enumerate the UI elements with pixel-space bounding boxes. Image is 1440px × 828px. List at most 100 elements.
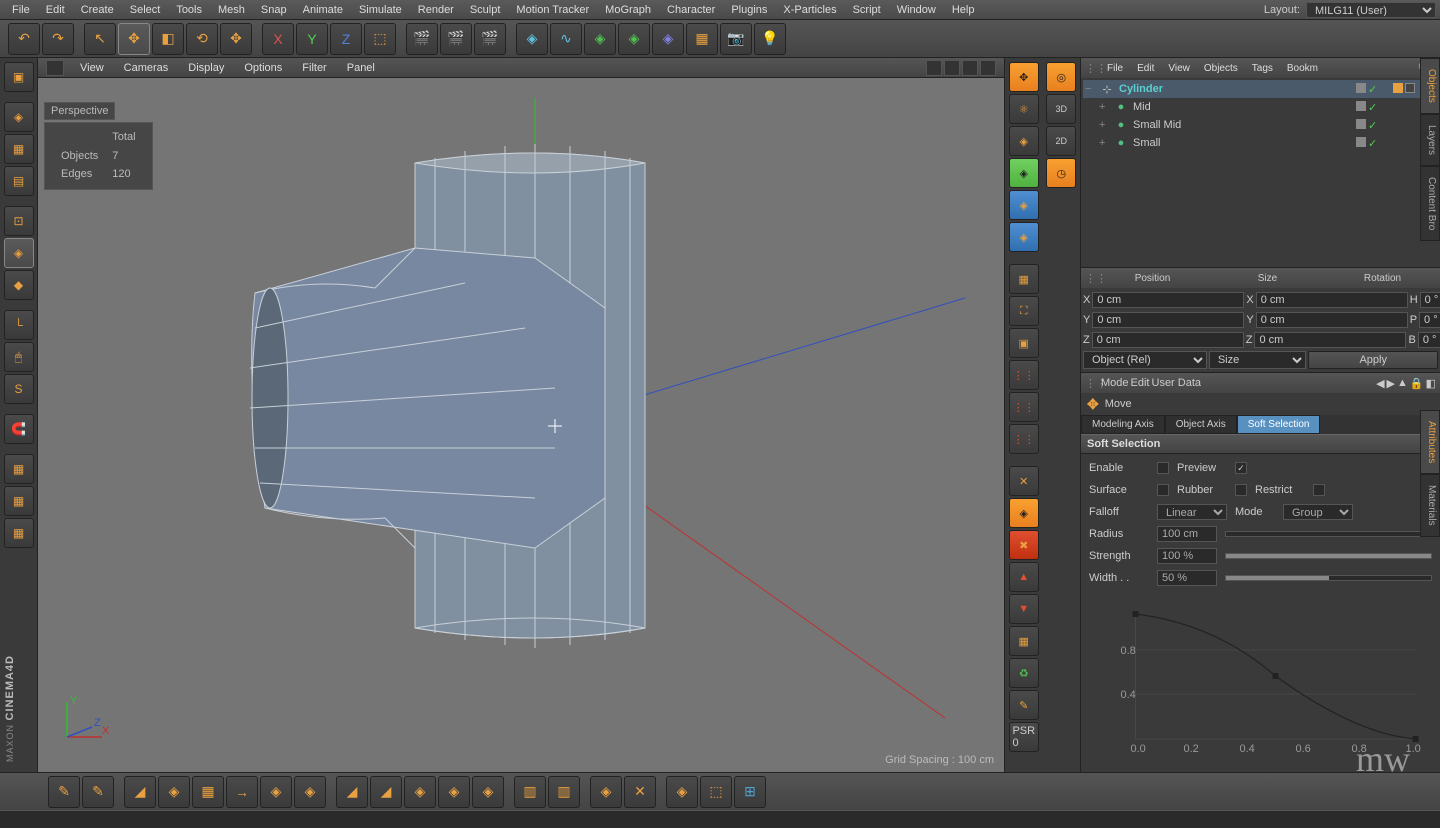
rt-3d-button[interactable]: 3D <box>1046 94 1076 124</box>
rt-cube-icon[interactable]: ◈ <box>1009 190 1039 220</box>
camera-icon[interactable]: ▦ <box>686 23 718 55</box>
undo-button[interactable]: ↶ <box>8 23 40 55</box>
expand-icon[interactable]: − <box>1085 83 1097 95</box>
enable-checkbox[interactable] <box>1157 462 1169 474</box>
mode-select[interactable]: Group <box>1283 504 1353 520</box>
menu-select[interactable]: Select <box>122 2 169 18</box>
radius-slider[interactable] <box>1225 531 1432 537</box>
generator[interactable]: ◈ <box>584 23 616 55</box>
object-manager-grip-icon[interactable]: ⋮⋮ <box>1085 62 1099 75</box>
size-z-input[interactable] <box>1254 332 1406 348</box>
vis-tag[interactable] <box>1356 83 1366 93</box>
vm-options[interactable]: Options <box>236 60 290 76</box>
bulb-icon[interactable]: 💡 <box>754 23 786 55</box>
apply-button[interactable]: Apply <box>1308 351 1438 369</box>
rt-2d-button[interactable]: 2D <box>1046 126 1076 156</box>
points-mode[interactable]: ⊡ <box>4 206 34 236</box>
attr-up-icon[interactable]: ▲ <box>1397 377 1408 390</box>
rt-target-icon[interactable]: ◎ <box>1046 62 1076 92</box>
menu-sculpt[interactable]: Sculpt <box>462 2 509 18</box>
vm-filter[interactable]: Filter <box>294 60 334 76</box>
attr-back-icon[interactable]: ◀ <box>1376 377 1384 390</box>
axis-y-lock[interactable]: Y <box>296 23 328 55</box>
bt-10[interactable]: ◢ <box>370 776 402 808</box>
width-input[interactable] <box>1157 570 1217 586</box>
polygons-mode[interactable]: ◆ <box>4 270 34 300</box>
bt-17[interactable]: ✕ <box>624 776 656 808</box>
menu-animate[interactable]: Animate <box>295 2 351 18</box>
vm-cameras[interactable]: Cameras <box>116 60 177 76</box>
rt-psr-button[interactable]: PSR0 <box>1009 722 1039 752</box>
rt-gen-icon[interactable]: ◈ <box>1009 158 1039 188</box>
menu-edit[interactable]: Edit <box>38 2 73 18</box>
tree-item-mid[interactable]: + ● Mid ✓ <box>1083 98 1438 116</box>
strength-input[interactable] <box>1157 548 1217 564</box>
layout-select[interactable]: MILG11 (User) <box>1306 2 1436 18</box>
coord-system[interactable]: ⬚ <box>364 23 396 55</box>
rot-h-input[interactable] <box>1420 292 1440 308</box>
attr-new-icon[interactable]: ◧ <box>1426 377 1436 390</box>
size-mode-select[interactable]: Size <box>1209 351 1307 369</box>
vm-view[interactable]: View <box>72 60 112 76</box>
om-tags[interactable]: Tags <box>1246 61 1279 76</box>
menu-plugins[interactable]: Plugins <box>723 2 775 18</box>
restrict-checkbox[interactable] <box>1313 484 1325 496</box>
render-region[interactable]: 🎬 <box>440 23 472 55</box>
menu-mograph[interactable]: MoGraph <box>597 2 659 18</box>
bt-19[interactable]: ⬚ <box>700 776 732 808</box>
viewport-3d[interactable]: Perspective Total Objects7 Edges120 <box>38 78 1004 772</box>
check-tag[interactable]: ✓ <box>1368 119 1377 132</box>
bt-8[interactable]: ◈ <box>294 776 326 808</box>
make-editable[interactable]: ▣ <box>4 62 34 92</box>
bt-18[interactable]: ◈ <box>666 776 698 808</box>
rt-recycle-icon[interactable]: ♻ <box>1009 658 1039 688</box>
rt-dots2-icon[interactable]: ⋮⋮ <box>1009 392 1039 422</box>
check-tag[interactable]: ✓ <box>1368 101 1377 114</box>
pos-y-input[interactable] <box>1092 312 1244 328</box>
bt-5[interactable]: ▦ <box>192 776 224 808</box>
bt-3[interactable]: ◢ <box>124 776 156 808</box>
rt-tri-up-icon[interactable]: ▲ <box>1009 562 1039 592</box>
om-file[interactable]: File <box>1101 61 1129 76</box>
viewport-icon-1[interactable] <box>926 60 942 76</box>
vm-display[interactable]: Display <box>180 60 232 76</box>
render-view[interactable]: 🎬 <box>406 23 438 55</box>
viewport-icon-4[interactable] <box>980 60 996 76</box>
bt-20[interactable]: ⊞ <box>734 776 766 808</box>
menu-mesh[interactable]: Mesh <box>210 2 253 18</box>
menu-script[interactable]: Script <box>845 2 889 18</box>
object-tree[interactable]: − ⊹ Cylinder ✓ + ● Mid ✓ + ● Small Mid ✓ <box>1081 78 1440 267</box>
rt-red-x-icon[interactable]: ✖ <box>1009 530 1039 560</box>
coords-grip-icon[interactable]: ⋮⋮ <box>1081 272 1095 285</box>
rot-b-input[interactable] <box>1418 332 1440 348</box>
bt-15[interactable]: ▥ <box>548 776 580 808</box>
model-mode[interactable]: ◈ <box>4 102 34 132</box>
tab-object-axis[interactable]: Object Axis <box>1165 415 1237 434</box>
menu-snap[interactable]: Snap <box>253 2 295 18</box>
coord-mode-select[interactable]: Object (Rel) <box>1083 351 1207 369</box>
edges-mode[interactable]: ◈ <box>4 238 34 268</box>
check-tag[interactable]: ✓ <box>1368 83 1377 96</box>
menu-motion-tracker[interactable]: Motion Tracker <box>508 2 597 18</box>
attr-grip-icon[interactable]: ⋮⋮ <box>1085 377 1099 390</box>
menu-window[interactable]: Window <box>889 2 944 18</box>
radius-input[interactable] <box>1157 526 1217 542</box>
workplane-align[interactable]: ▦ <box>4 486 34 516</box>
rotate-tool[interactable]: ⟲ <box>186 23 218 55</box>
expand-icon[interactable]: + <box>1099 119 1111 131</box>
select-tool[interactable]: ↖ <box>84 23 116 55</box>
render-settings[interactable]: 🎬 <box>474 23 506 55</box>
sel-tag[interactable] <box>1405 83 1415 93</box>
rt-grid-icon[interactable]: ▦ <box>1009 264 1039 294</box>
rt-atom-icon[interactable]: ⚛ <box>1009 94 1039 124</box>
axis-gizmo[interactable]: Y X Z <box>52 692 112 752</box>
tab-materials[interactable]: Materials <box>1420 474 1440 537</box>
tab-layers[interactable]: Layers <box>1420 114 1440 166</box>
size-x-input[interactable] <box>1256 292 1408 308</box>
workplane-reset[interactable]: ▦ <box>4 518 34 548</box>
bt-2[interactable]: ✎ <box>82 776 114 808</box>
tweak-mode[interactable]: 🖱 <box>4 342 34 372</box>
bt-16[interactable]: ◈ <box>590 776 622 808</box>
rt-tri-down-icon[interactable]: ▼ <box>1009 594 1039 624</box>
texture-mode[interactable]: ▦ <box>4 134 34 164</box>
